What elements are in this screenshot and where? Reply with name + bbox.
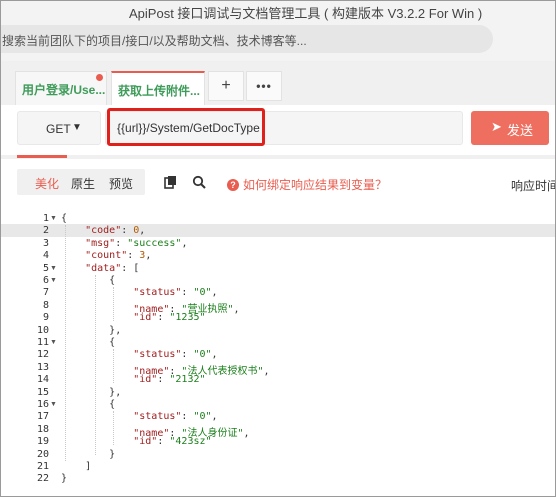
request-bar: GET ▼ ➤ 发送	[1, 105, 555, 155]
more-tabs-button[interactable]: •••	[246, 71, 282, 101]
add-tab-button[interactable]: +	[208, 71, 244, 101]
line-number: 11	[36, 337, 49, 348]
line-number: 2	[42, 225, 49, 237]
code-line: {	[109, 337, 116, 348]
code-line: {	[109, 399, 116, 410]
line-number: 5	[42, 262, 49, 274]
code-line: },	[109, 386, 122, 398]
code-line: "id": "2132"	[133, 374, 206, 386]
line-number: 1	[42, 213, 49, 224]
paper-plane-icon: ➤	[491, 119, 502, 134]
search-icon[interactable]	[192, 175, 206, 189]
mode-pretty[interactable]: 美化	[35, 175, 59, 192]
view-mode-switch: 美化 原生 预览	[17, 169, 145, 195]
response-code-editor[interactable]: 1 ▼ 2 3 4 5 ▼ 6 ▼ 7 8 9 10 11 ▼ 12 13 14 15 16 ▼ 17 18 19 20 21 22…	[1, 207, 555, 496]
line-number: 4	[42, 250, 49, 262]
title-bar: ApiPost 接口调试与文档管理工具 ( 构建版本 V3.2.2 For Wi…	[1, 1, 555, 21]
code-line: }	[109, 448, 116, 460]
line-number: 17	[36, 411, 49, 423]
line-number: 12	[36, 349, 49, 361]
code-line: "code": 0,	[85, 225, 146, 237]
tab-label: 获取上传附件...	[118, 84, 201, 98]
search-placeholder: 搜索当前团队下的项目/接口/以及帮助文档、技术博客等...	[2, 34, 307, 48]
url-value[interactable]: {{url}}/System/GetDocType	[117, 121, 260, 135]
code-line: "status": "0",	[133, 411, 218, 423]
fold-arrow-icon[interactable]: ▼	[50, 401, 57, 408]
line-number: 3	[42, 237, 49, 249]
send-label: 发送	[507, 123, 534, 138]
tab-user-login[interactable]: 用户登录/Use...	[15, 71, 107, 105]
line-number: 21	[36, 461, 49, 472]
copy-icon[interactable]	[164, 175, 178, 189]
line-number: 15	[36, 386, 49, 398]
response-time-label: 响应时间	[511, 179, 556, 193]
line-number: 7	[42, 287, 49, 299]
fold-arrow-icon[interactable]: ▼	[50, 215, 57, 222]
line-number: 19	[36, 436, 49, 448]
code-line: {	[61, 213, 68, 224]
method-select[interactable]: GET ▼	[17, 111, 101, 145]
mode-raw[interactable]: 原生	[71, 175, 95, 192]
code-line: "id": "423sz"	[133, 436, 212, 448]
code-line: "count": 3,	[85, 250, 152, 262]
method-label: GET	[46, 122, 71, 136]
code-line: }	[61, 473, 68, 485]
code-line: "data": [	[85, 262, 140, 274]
line-number: 9	[42, 312, 49, 324]
caret-down-icon: ▼	[72, 122, 82, 133]
search-input[interactable]: 搜索当前团队下的项目/接口/以及帮助文档、技术博客等...	[1, 25, 493, 53]
code-line: "id": "1235"	[133, 312, 206, 324]
fold-arrow-icon[interactable]: ▼	[50, 339, 57, 346]
app-window: ApiPost 接口调试与文档管理工具 ( 构建版本 V3.2.2 For Wi…	[0, 0, 556, 497]
unsaved-dot	[96, 74, 103, 81]
request-tabs: 用户登录/Use... 获取上传附件... + •••	[1, 61, 555, 105]
tab-get-upload-attachment[interactable]: 获取上传附件...	[111, 71, 205, 105]
fold-arrow-icon[interactable]: ▼	[50, 277, 57, 284]
line-number: 16	[36, 399, 49, 410]
window-title: ApiPost 接口调试与文档管理工具 ( 构建版本 V3.2.2 For Wi…	[129, 6, 483, 21]
line-number: 13	[36, 361, 49, 373]
code-line: ]	[85, 461, 92, 472]
code-line: "status": "0",	[133, 287, 218, 299]
line-number: 20	[36, 448, 49, 460]
line-number: 18	[36, 423, 49, 435]
help-text: 如何绑定响应结果到变量？	[243, 178, 388, 192]
mode-preview[interactable]: 预览	[109, 175, 133, 192]
line-number: 10	[36, 324, 49, 336]
code-line: "msg": "success",	[85, 237, 188, 249]
code-line: },	[109, 324, 122, 336]
fold-arrow-icon[interactable]: ▼	[50, 265, 57, 272]
line-number: 6	[42, 275, 49, 286]
code-line: {	[109, 275, 116, 286]
line-number: 14	[36, 374, 49, 386]
code-line: "status": "0",	[133, 349, 218, 361]
send-button[interactable]: ➤ 发送	[471, 111, 549, 145]
search-area: 搜索当前团队下的项目/接口/以及帮助文档、技术博客等...	[1, 21, 555, 61]
response-tab-indicator	[17, 155, 67, 158]
line-number: 22	[36, 473, 49, 485]
tab-label: 用户登录/Use...	[22, 83, 106, 97]
bind-response-help-link[interactable]: ? 如何绑定响应结果到变量？	[227, 176, 387, 193]
line-number: 8	[42, 299, 49, 311]
question-icon: ?	[227, 179, 239, 191]
